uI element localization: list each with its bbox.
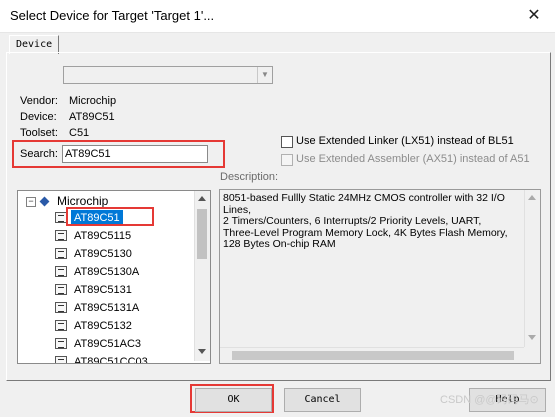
tree-scrollbar[interactable] xyxy=(194,191,210,361)
description-label: Description: xyxy=(220,171,279,183)
tree-item[interactable]: AT89C5130 xyxy=(71,246,135,262)
scroll-thumb[interactable] xyxy=(197,209,207,259)
device-value: AT89C51 xyxy=(69,111,115,123)
tree-item[interactable]: AT89C51CC03 xyxy=(71,354,151,363)
device-database-dropdown[interactable]: ▼ xyxy=(63,66,273,84)
tree-item[interactable]: AT89C5130A xyxy=(71,264,142,280)
chip-icon xyxy=(55,338,67,349)
tree-item[interactable]: AT89C5132 xyxy=(71,318,135,334)
description-box: 8051-based Fullly Static 24MHz CMOS cont… xyxy=(219,189,541,364)
ok-button[interactable]: OK xyxy=(195,388,272,412)
extended-assembler-label: Use Extended Assembler (AX51) instead of… xyxy=(296,153,530,165)
chip-icon xyxy=(55,284,67,295)
chip-icon xyxy=(55,266,67,277)
tree-root-label: Microchip xyxy=(57,194,109,208)
cancel-button[interactable]: Cancel xyxy=(284,388,361,412)
close-button[interactable]: ✕ xyxy=(521,4,547,28)
description-text: 8051-based Fullly Static 24MHz CMOS cont… xyxy=(223,192,508,250)
collapse-icon[interactable]: − xyxy=(26,197,36,207)
scroll-up-icon[interactable] xyxy=(198,196,206,201)
extended-linker-label: Use Extended Linker (LX51) instead of BL… xyxy=(296,135,514,147)
toolset-value: C51 xyxy=(69,127,90,139)
chevron-down-icon[interactable]: ▼ xyxy=(257,67,272,83)
search-input[interactable]: AT89C51 xyxy=(62,145,208,163)
chip-icon xyxy=(55,320,67,331)
watermark-text: CSDN @@码码马⊙ xyxy=(440,394,539,406)
vendor-value: Microchip xyxy=(69,95,117,107)
chip-icon xyxy=(55,230,67,241)
toolset-label: Toolset: xyxy=(20,127,58,139)
tree-item[interactable]: AT89C5131A xyxy=(71,300,142,316)
tree-item[interactable]: AT89C5131 xyxy=(71,282,135,298)
vendor-diamond-icon xyxy=(39,196,50,207)
chip-icon xyxy=(55,356,67,363)
chip-icon xyxy=(55,248,67,259)
description-horizontal-scrollbar[interactable] xyxy=(220,347,524,363)
selected-device-annotation-box xyxy=(66,207,154,226)
scroll-down-icon[interactable] xyxy=(528,335,536,340)
extended-assembler-checkbox xyxy=(281,154,293,166)
description-vertical-scrollbar[interactable] xyxy=(524,190,540,347)
tree-item[interactable]: AT89C51AC3 xyxy=(71,336,144,352)
extended-linker-checkbox[interactable] xyxy=(281,136,293,148)
vendor-label: Vendor: xyxy=(20,95,58,107)
tab-strip: Device xyxy=(6,33,549,54)
chip-icon xyxy=(55,302,67,313)
title-bar: Select Device for Target 'Target 1'... ✕ xyxy=(0,0,555,33)
device-label: Device: xyxy=(20,111,57,123)
window-title: Select Device for Target 'Target 1'... xyxy=(10,8,215,23)
tree-item[interactable]: AT89C5115 xyxy=(71,228,134,244)
search-label: Search: xyxy=(20,148,58,160)
scroll-down-icon[interactable] xyxy=(198,349,206,354)
scroll-up-icon[interactable] xyxy=(528,195,536,200)
scroll-thumb[interactable] xyxy=(232,351,514,360)
